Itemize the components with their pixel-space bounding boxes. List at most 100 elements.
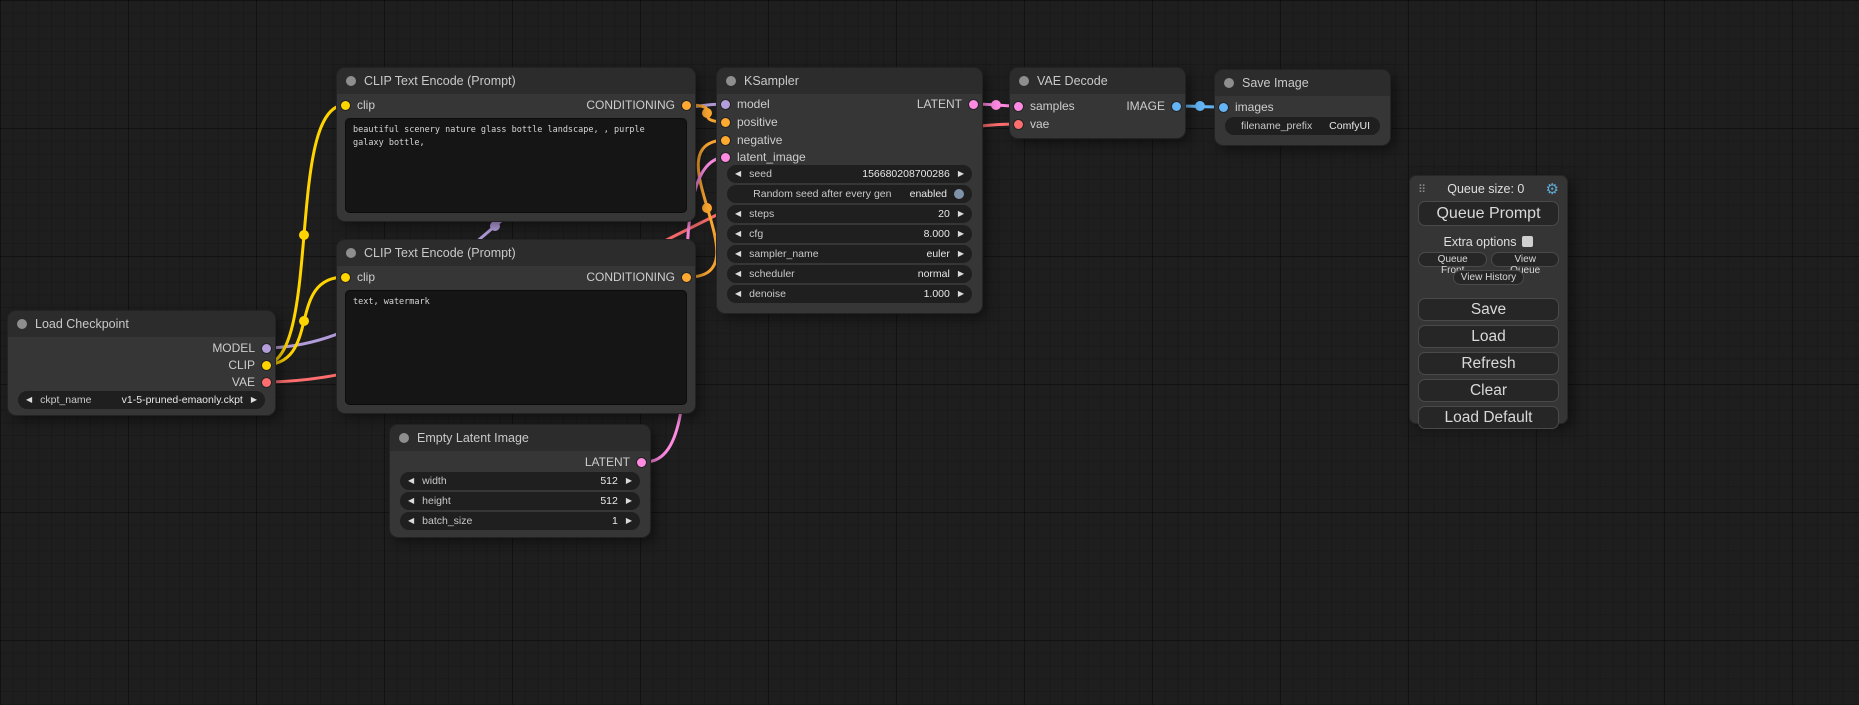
load-button[interactable]: Load bbox=[1418, 325, 1559, 348]
node-title: KSampler bbox=[744, 74, 799, 88]
cfg-widget[interactable]: ◀ cfg 8.000 ▶ bbox=[727, 225, 972, 243]
random-seed-widget[interactable]: Random seed after every gen enabled bbox=[727, 185, 972, 203]
node-title-bar[interactable]: CLIP Text Encode (Prompt) bbox=[337, 68, 695, 94]
height-widget[interactable]: ◀ height 512 ▶ bbox=[400, 492, 640, 510]
queue-menu-header: ⠿ Queue size: 0 ⚙ bbox=[1418, 180, 1559, 198]
model-output-port[interactable] bbox=[262, 344, 271, 353]
increment-arrow-icon[interactable]: ▶ bbox=[958, 165, 964, 183]
node-empty-latent-image[interactable]: Empty Latent Image LATENT ◀ width 512 ▶ … bbox=[390, 425, 650, 537]
conditioning-output-port[interactable] bbox=[682, 101, 691, 110]
graph-canvas[interactable]: Load Checkpoint MODEL CLIP VAE ◀ ckpt_na… bbox=[0, 0, 1859, 705]
save-button[interactable]: Save bbox=[1418, 298, 1559, 321]
decrement-arrow-icon[interactable]: ◀ bbox=[735, 265, 741, 283]
increment-arrow-icon[interactable]: ▶ bbox=[958, 245, 964, 263]
vae-output-slot: VAE bbox=[232, 374, 271, 390]
view-history-button[interactable]: View History bbox=[1453, 270, 1524, 285]
slot-label: CONDITIONING bbox=[586, 98, 675, 112]
node-title-bar[interactable]: CLIP Text Encode (Prompt) bbox=[337, 240, 695, 266]
clip-input-port[interactable] bbox=[341, 273, 350, 282]
node-status-dot-icon bbox=[346, 76, 356, 86]
latent-output-port[interactable] bbox=[969, 100, 978, 109]
decrement-arrow-icon[interactable]: ◀ bbox=[408, 472, 414, 490]
node-ksampler[interactable]: KSampler model positive negative latent_… bbox=[717, 68, 982, 313]
sampler-name-widget[interactable]: ◀ sampler_name euler ▶ bbox=[727, 245, 972, 263]
node-save-image[interactable]: Save Image images filename_prefix ComfyU… bbox=[1215, 70, 1390, 145]
increment-arrow-icon[interactable]: ▶ bbox=[626, 512, 632, 530]
increment-arrow-icon[interactable]: ▶ bbox=[958, 225, 964, 243]
widget-value: 20 bbox=[938, 208, 950, 220]
samples-input-slot: samples bbox=[1014, 98, 1075, 114]
queue-prompt-button[interactable]: Queue Prompt bbox=[1418, 201, 1559, 226]
node-title-bar[interactable]: VAE Decode bbox=[1010, 68, 1185, 94]
queue-front-button[interactable]: Queue Front bbox=[1418, 252, 1487, 267]
images-input-port[interactable] bbox=[1219, 103, 1228, 112]
steps-widget[interactable]: ◀ steps 20 ▶ bbox=[727, 205, 972, 223]
denoise-widget[interactable]: ◀ denoise 1.000 ▶ bbox=[727, 285, 972, 303]
increment-arrow-icon[interactable]: ▶ bbox=[251, 391, 257, 409]
node-status-dot-icon bbox=[1224, 78, 1234, 88]
settings-gear-icon[interactable]: ⚙ bbox=[1546, 180, 1559, 198]
clip-input-slot: clip bbox=[341, 97, 375, 113]
prompt-text-area[interactable]: beautiful scenery nature glass bottle la… bbox=[345, 118, 687, 213]
node-clip-text-encode-negative[interactable]: CLIP Text Encode (Prompt) clip CONDITION… bbox=[337, 240, 695, 413]
model-input-port[interactable] bbox=[721, 100, 730, 109]
scheduler-widget[interactable]: ◀ scheduler normal ▶ bbox=[727, 265, 972, 283]
width-widget[interactable]: ◀ width 512 ▶ bbox=[400, 472, 640, 490]
node-title-bar[interactable]: Empty Latent Image bbox=[390, 425, 650, 451]
increment-arrow-icon[interactable]: ▶ bbox=[958, 205, 964, 223]
decrement-arrow-icon[interactable]: ◀ bbox=[408, 512, 414, 530]
vae-input-port[interactable] bbox=[1014, 120, 1023, 129]
toggle-icon[interactable] bbox=[954, 189, 964, 199]
decrement-arrow-icon[interactable]: ◀ bbox=[408, 492, 414, 510]
decrement-arrow-icon[interactable]: ◀ bbox=[26, 391, 32, 409]
latent-image-input-port[interactable] bbox=[721, 153, 730, 162]
positive-input-port[interactable] bbox=[721, 118, 730, 127]
node-clip-text-encode-positive[interactable]: CLIP Text Encode (Prompt) clip CONDITION… bbox=[337, 68, 695, 221]
increment-arrow-icon[interactable]: ▶ bbox=[626, 492, 632, 510]
decrement-arrow-icon[interactable]: ◀ bbox=[735, 245, 741, 263]
slot-label: clip bbox=[357, 270, 375, 284]
decrement-arrow-icon[interactable]: ◀ bbox=[735, 205, 741, 223]
extra-options-label: Extra options bbox=[1444, 235, 1517, 249]
slot-label: negative bbox=[737, 133, 782, 147]
widget-label: steps bbox=[749, 208, 930, 220]
model-output-slot: MODEL bbox=[212, 340, 271, 356]
node-title-bar[interactable]: KSampler bbox=[717, 68, 982, 94]
conditioning-output-port[interactable] bbox=[682, 273, 691, 282]
clip-input-port[interactable] bbox=[341, 101, 350, 110]
latent-output-slot: LATENT bbox=[917, 96, 978, 112]
seed-widget[interactable]: ◀ seed 156680208700286 ▶ bbox=[727, 165, 972, 183]
widget-label: sampler_name bbox=[749, 248, 918, 260]
samples-input-port[interactable] bbox=[1014, 102, 1023, 111]
load-default-button[interactable]: Load Default bbox=[1418, 406, 1559, 429]
increment-arrow-icon[interactable]: ▶ bbox=[626, 472, 632, 490]
filename-prefix-widget[interactable]: filename_prefix ComfyUI bbox=[1225, 117, 1380, 135]
latent-output-port[interactable] bbox=[637, 458, 646, 467]
slot-label: images bbox=[1235, 100, 1274, 114]
images-input-slot: images bbox=[1219, 99, 1274, 115]
node-title-bar[interactable]: Load Checkpoint bbox=[8, 311, 275, 337]
node-load-checkpoint[interactable]: Load Checkpoint MODEL CLIP VAE ◀ ckpt_na… bbox=[8, 311, 275, 415]
vae-output-port[interactable] bbox=[262, 378, 271, 387]
node-vae-decode[interactable]: VAE Decode samples vae IMAGE bbox=[1010, 68, 1185, 138]
decrement-arrow-icon[interactable]: ◀ bbox=[735, 165, 741, 183]
refresh-button[interactable]: Refresh bbox=[1418, 352, 1559, 375]
clip-output-port[interactable] bbox=[262, 361, 271, 370]
drag-handle-icon[interactable]: ⠿ bbox=[1418, 183, 1426, 196]
widget-label: height bbox=[422, 495, 592, 507]
decrement-arrow-icon[interactable]: ◀ bbox=[735, 225, 741, 243]
prompt-text-area[interactable]: text, watermark bbox=[345, 290, 687, 405]
negative-input-port[interactable] bbox=[721, 136, 730, 145]
clear-button[interactable]: Clear bbox=[1418, 379, 1559, 402]
widget-value: 1 bbox=[612, 515, 618, 527]
node-title-bar[interactable]: Save Image bbox=[1215, 70, 1390, 96]
increment-arrow-icon[interactable]: ▶ bbox=[958, 285, 964, 303]
extra-options-checkbox[interactable] bbox=[1522, 236, 1533, 247]
increment-arrow-icon[interactable]: ▶ bbox=[958, 265, 964, 283]
ckpt-name-widget[interactable]: ◀ ckpt_name v1-5-pruned-emaonly.ckpt ▶ bbox=[18, 391, 265, 409]
view-queue-button[interactable]: View Queue bbox=[1491, 252, 1559, 267]
batch-size-widget[interactable]: ◀ batch_size 1 ▶ bbox=[400, 512, 640, 530]
latent-image-input-slot: latent_image bbox=[721, 149, 806, 165]
image-output-port[interactable] bbox=[1172, 102, 1181, 111]
decrement-arrow-icon[interactable]: ◀ bbox=[735, 285, 741, 303]
